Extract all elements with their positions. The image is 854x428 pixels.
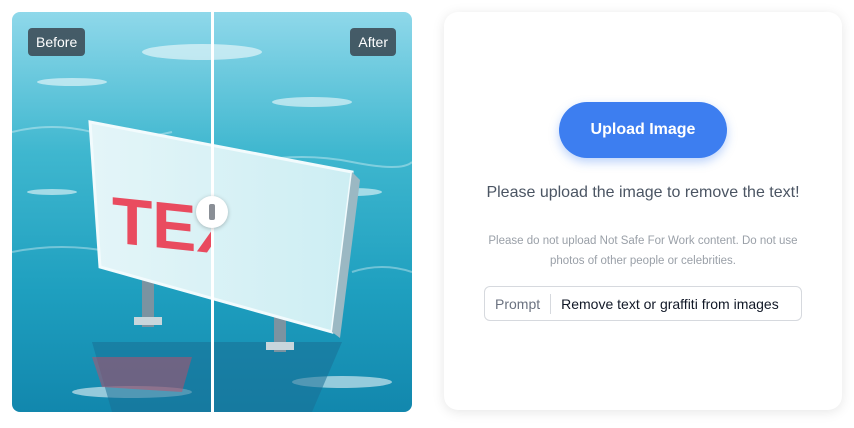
grip-icon [209, 204, 215, 220]
content-notice: Please do not upload Not Safe For Work c… [488, 235, 798, 267]
upload-image-button[interactable]: Upload Image [559, 102, 727, 158]
prompt-input[interactable] [551, 295, 801, 312]
before-badge: Before [28, 28, 86, 56]
prompt-field: Prompt [484, 286, 802, 321]
prompt-label: Prompt [485, 293, 552, 314]
slider-handle[interactable] [196, 196, 228, 228]
app-root: TEX Before After Upload Image Please upl… [0, 0, 854, 428]
before-after-comparison[interactable]: TEX Before After [12, 12, 412, 412]
after-badge: After [350, 28, 396, 56]
upload-instruction: Please upload the image to remove the te… [486, 184, 800, 201]
upload-card: Upload Image Please upload the image to … [444, 12, 842, 410]
